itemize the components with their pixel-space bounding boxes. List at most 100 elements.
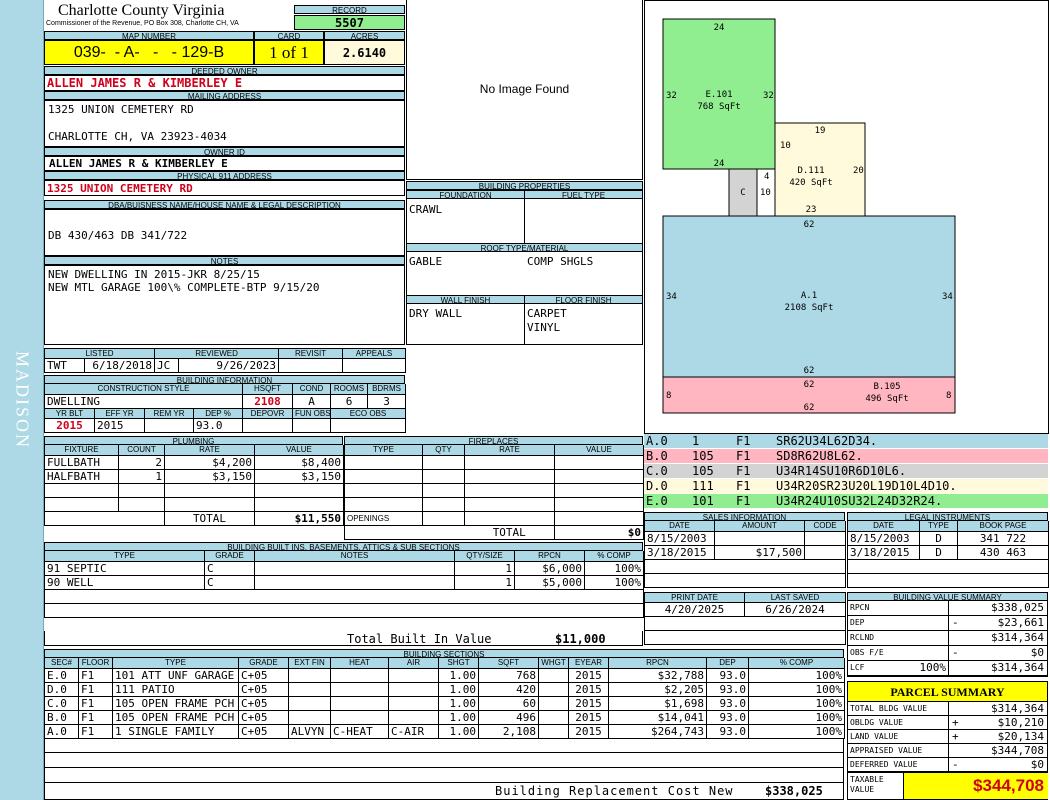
bi-col-hsqft: HSQFT bbox=[242, 384, 294, 395]
sketch-a-bottom: 62 bbox=[804, 366, 815, 376]
summary-row: LCF 100% $314,364 bbox=[848, 661, 1047, 676]
sales-col-code: CODE bbox=[804, 521, 846, 532]
card-value: 1 of 1 bbox=[254, 40, 324, 65]
summary-value: $20,134 bbox=[997, 730, 1044, 743]
wall-finish-value: DRY WALL bbox=[409, 307, 462, 320]
vector-row: B.0 105 F1 SD8R62U8L62. bbox=[644, 449, 1048, 464]
summary-value: $344,708 bbox=[991, 744, 1044, 757]
plumb-rate: $4,200 bbox=[164, 455, 255, 470]
map-number-label: MAP NUMBER bbox=[44, 31, 254, 40]
vector-sec: D.0 bbox=[646, 479, 668, 493]
bi-col-yrblt: YR BLT bbox=[44, 408, 95, 419]
builtin-row: 91 SEPTIC C 1 $6,000 100% bbox=[44, 561, 644, 576]
bi-depovr bbox=[242, 418, 294, 433]
summary-label: APPRAISED VALUE bbox=[850, 746, 923, 755]
section-cell: C.0 bbox=[44, 696, 79, 711]
plumb-col-rate: RATE bbox=[164, 445, 255, 456]
li-date: 3/18/2015 bbox=[847, 545, 920, 560]
vector-sec: C.0 bbox=[646, 464, 668, 478]
mailing-line-1: 1325 UNION CEMETERY RD bbox=[48, 103, 194, 116]
summary-value: $0 bbox=[1030, 646, 1044, 659]
vector-row: E.0 101 F1 U34R24U10SU32L24D32R24. bbox=[644, 494, 1048, 509]
section-row: D.0 F1 111 PATIO C+05 1.00 420 2015 $2,205 93.0 1… bbox=[44, 682, 845, 697]
section-cell bbox=[538, 710, 569, 725]
section-cell: C-HEAT bbox=[330, 724, 389, 739]
section-cell: B.0 bbox=[44, 710, 79, 725]
listed-date: 6/18/2018 bbox=[84, 358, 156, 373]
section-row: B.0 F1 105 OPEN FRAME PCH C+05 1.00 496 2015 $1… bbox=[44, 710, 845, 725]
sketch-e-id: E.101 bbox=[705, 90, 732, 100]
vector-code: 1 bbox=[692, 434, 700, 448]
bi-col-ecoobs: ECO OBS bbox=[330, 408, 407, 419]
revisit-value bbox=[278, 358, 344, 373]
sketch-b-id: B.105 bbox=[873, 382, 900, 392]
builtins-total-label: Total Built In Value bbox=[347, 632, 492, 646]
fp-col-rate: RATE bbox=[464, 445, 555, 456]
vector-floor: F1 bbox=[736, 434, 751, 448]
reviewed-date: 9/26/2023 bbox=[178, 358, 280, 373]
fp-total-label: TOTAL bbox=[464, 525, 555, 540]
section-cell: 2015 bbox=[568, 668, 609, 683]
fp-col-type: TYPE bbox=[344, 445, 423, 456]
builtin-rpcn: $6,000 bbox=[514, 561, 585, 576]
builtin-grade: C bbox=[204, 561, 255, 576]
section-cell: 768 bbox=[478, 668, 539, 683]
map-number-value: 039- - A- - - 129-B bbox=[44, 40, 254, 65]
summary-value: $314,364 bbox=[991, 702, 1044, 715]
summary-row: OBS F/E - $0 bbox=[848, 646, 1047, 661]
bi-col-depovr: DEPOVR bbox=[242, 408, 294, 419]
record-value: 5507 bbox=[294, 15, 405, 30]
section-col-3: GRADE bbox=[238, 658, 289, 669]
section-cell bbox=[330, 696, 389, 711]
section-cell: A.0 bbox=[44, 724, 79, 739]
last-saved: 6/26/2024 bbox=[744, 602, 846, 617]
sale-date: 3/18/2015 bbox=[644, 545, 715, 560]
plumb-fixture: HALFBATH bbox=[44, 469, 119, 484]
sketch-e-top: 24 bbox=[714, 23, 725, 33]
section-cell: 100% bbox=[748, 668, 845, 683]
li-type: D bbox=[919, 531, 958, 546]
builtin-notes bbox=[254, 575, 455, 590]
section-cell: F1 bbox=[78, 724, 113, 739]
vector-list: A.0 1 F1 SR62U34L62D34. B.0 105 F1 SD8R62U8L62.… bbox=[644, 434, 1048, 509]
notes-line-1: NEW DWELLING IN 2015-JKR 8/25/15 bbox=[48, 268, 260, 281]
li-bookpage: 341 722 bbox=[957, 531, 1049, 546]
section-cell: F1 bbox=[78, 668, 113, 683]
summary-label: LAND VALUE bbox=[850, 732, 899, 741]
builtin-grade: C bbox=[204, 575, 255, 590]
sections-label: BUILDING SECTIONS bbox=[44, 649, 844, 658]
summary-pct: 100% bbox=[919, 661, 947, 674]
fp-col-qty: QTY bbox=[422, 445, 465, 456]
fp-total: $0 bbox=[554, 525, 644, 540]
bi-col-funobs: FUN OBS bbox=[292, 408, 332, 419]
foundation-value: CRAWL bbox=[409, 203, 443, 216]
summary-sign: - bbox=[952, 616, 959, 629]
bi-col-bdrms: BDRMS bbox=[367, 384, 407, 395]
physical-address-value: 1325 UNION CEMETERY RD bbox=[44, 180, 405, 196]
building-info-table: CONSTRUCTION STYLE HSQFT COND ROOMS BDRMS DW… bbox=[44, 384, 407, 433]
vector-floor: F1 bbox=[736, 494, 751, 508]
plumbing-table: FIXTURE COUNT RATE VALUE FULLBATH 2 $4,200 $8,… bbox=[44, 445, 344, 526]
section-cell: $14,041 bbox=[608, 710, 707, 725]
bi-col-effyr: EFF YR bbox=[94, 408, 145, 419]
section-col-7: SHGT bbox=[438, 658, 479, 669]
section-col-11: RPCN bbox=[608, 658, 707, 669]
builtins-total-row: Total Built In Value $11,000 bbox=[44, 631, 643, 646]
section-col-10: EYEAR bbox=[568, 658, 609, 669]
floor-finish-label: FLOOR FINISH bbox=[524, 295, 643, 304]
bi2-col-qty: QTY/SIZE bbox=[454, 551, 515, 562]
vector-code: 111 bbox=[692, 479, 714, 493]
builtin-rpcn: $5,000 bbox=[514, 575, 585, 590]
bi-effyr: 2015 bbox=[94, 418, 145, 433]
section-cell: 1.00 bbox=[438, 696, 479, 711]
summary-value: $338,025 bbox=[991, 601, 1044, 614]
sidebar: MADISON bbox=[0, 0, 44, 800]
section-cell bbox=[330, 668, 389, 683]
vector-row: C.0 105 F1 U34R14SU10R6D10L6. bbox=[644, 464, 1048, 479]
section-cell bbox=[388, 710, 439, 725]
sale-amount: $17,500 bbox=[714, 545, 805, 560]
builtin-qty: 1 bbox=[454, 561, 515, 576]
bi-dep: 93.0 bbox=[193, 418, 244, 433]
summary-row: OBLDG VALUE + $10,210 bbox=[848, 716, 1047, 730]
plumb-value: $3,150 bbox=[254, 469, 344, 484]
